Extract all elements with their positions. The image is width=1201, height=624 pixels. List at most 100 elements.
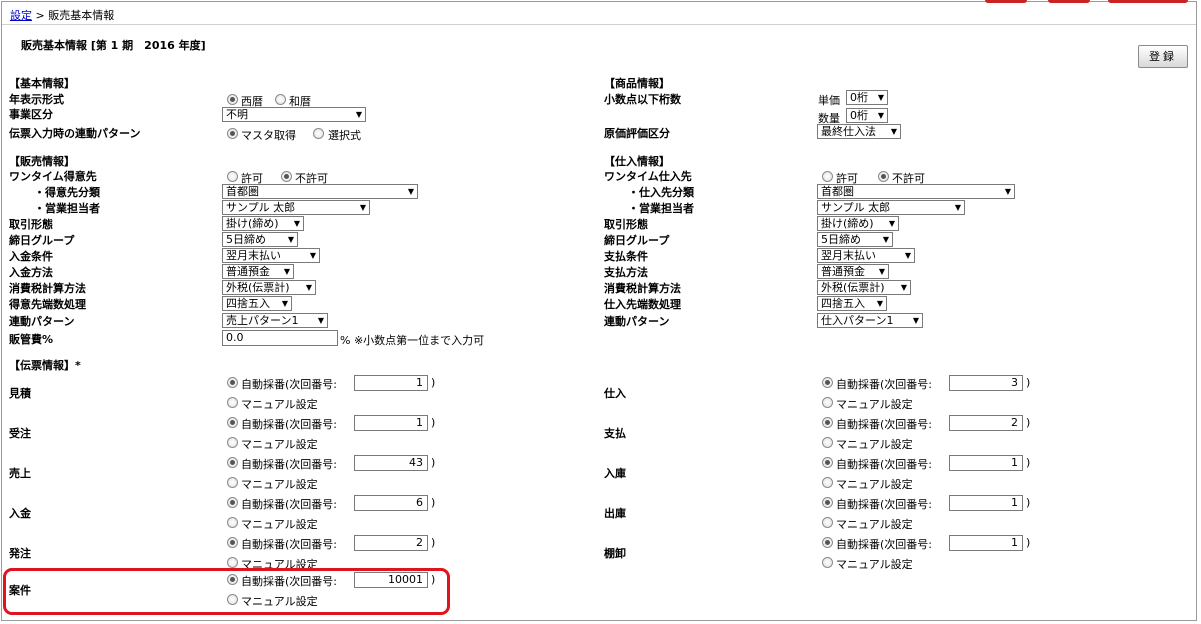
slip-manual-radio[interactable] <box>227 437 238 448</box>
purchase-method-label: 支払方法 <box>604 266 648 279</box>
slip-auto-radio[interactable] <box>822 377 833 388</box>
slip-next-number-input[interactable]: 3 <box>949 375 1023 391</box>
slip-manual-radio[interactable] <box>227 517 238 528</box>
purchase-closing-label: 締日グループ <box>604 234 670 247</box>
sales-trade-select[interactable]: 掛け(締め) ▼ <box>222 216 304 231</box>
slip-manual-radio[interactable] <box>822 517 833 528</box>
sales-cond-label: 入金条件 <box>9 250 53 263</box>
purchase-staff-select[interactable]: サンプル 太郎 ▼ <box>817 200 965 215</box>
sales-onetime-deny-radio[interactable] <box>281 171 292 182</box>
business-select[interactable]: 不明 ▼ <box>222 107 366 122</box>
slip-manual-radio[interactable] <box>227 397 238 408</box>
slip-next-number-input[interactable]: 43 <box>354 455 428 471</box>
sales-round-select[interactable]: 四捨五入 ▼ <box>222 296 292 311</box>
slip-next-number-input[interactable]: 2 <box>354 535 428 551</box>
sales-method-value: 普通預金 <box>226 265 270 278</box>
slip-manual-radio[interactable] <box>822 397 833 408</box>
sales-cond-select[interactable]: 翌月末払い ▼ <box>222 248 320 263</box>
slip-auto-radio[interactable] <box>822 537 833 548</box>
slip-auto-label: 自動採番(次回番号: <box>836 418 932 431</box>
slip-next-number-input[interactable]: 1 <box>354 375 428 391</box>
slip-auto-radio[interactable] <box>227 537 238 548</box>
slip-close-paren: ) <box>431 376 436 389</box>
purchase-round-label: 仕入先端数処理 <box>604 298 681 311</box>
chevron-down-icon: ▼ <box>900 283 907 292</box>
purchase-round-value: 四捨五入 <box>821 297 865 310</box>
link-pattern-label: 伝票入力時の連動パターン <box>9 127 141 140</box>
slip-close-paren: ) <box>1026 536 1031 549</box>
highlight-annotation <box>3 568 450 615</box>
sales-pattern-select[interactable]: 売上パターン1 ▼ <box>222 313 328 328</box>
chevron-down-icon: ▼ <box>882 235 889 244</box>
sales-tax-select[interactable]: 外税(伝票計) ▼ <box>222 280 316 295</box>
register-button[interactable]: 登録 <box>1138 45 1188 68</box>
slip-close-paren: ) <box>431 536 436 549</box>
slip-auto-radio[interactable] <box>822 457 833 468</box>
purchase-closing-value: 5日締め <box>821 233 861 246</box>
slip-name-right-2: 入庫 <box>604 467 626 480</box>
slip-manual-radio[interactable] <box>822 477 833 488</box>
chevron-down-icon: ▼ <box>355 110 362 119</box>
slip-auto-radio[interactable] <box>227 497 238 508</box>
page-title: 販売基本情報 [第 1 期 2016 年度] <box>21 39 206 52</box>
slip-auto-radio[interactable] <box>227 457 238 468</box>
unit-price-value: 0桁 <box>850 91 868 104</box>
slip-next-number-input[interactable]: 1 <box>949 495 1023 511</box>
slip-manual-radio[interactable] <box>227 557 238 568</box>
slip-close-paren: ) <box>431 456 436 469</box>
breadcrumb: 設定 > 販売基本情報 <box>10 7 114 23</box>
slip-next-number-input[interactable]: 2 <box>949 415 1023 431</box>
purchase-tax-select[interactable]: 外税(伝票計) ▼ <box>817 280 911 295</box>
decimal-label: 小数点以下桁数 <box>604 93 681 106</box>
sales-class-select[interactable]: 首都圏 ▼ <box>222 184 418 199</box>
chevron-down-icon: ▼ <box>407 187 414 196</box>
slip-auto-radio[interactable] <box>227 377 238 388</box>
purchase-method-select[interactable]: 普通預金 ▼ <box>817 264 889 279</box>
unit-price-select[interactable]: 0桁 ▼ <box>846 90 888 105</box>
slip-manual-radio[interactable] <box>822 437 833 448</box>
slip-next-number-input[interactable]: 1 <box>949 455 1023 471</box>
sales-pattern-label: 連動パターン <box>9 315 75 328</box>
slip-auto-radio[interactable] <box>822 417 833 428</box>
slip-name-right-1: 支払 <box>604 427 626 440</box>
purchase-closing-select[interactable]: 5日締め ▼ <box>817 232 893 247</box>
chevron-down-icon: ▼ <box>287 235 294 244</box>
slip-auto-label: 自動採番(次回番号: <box>836 458 932 471</box>
sales-margin-input[interactable]: 0.0 <box>222 330 338 346</box>
slip-auto-label: 自動採番(次回番号: <box>241 498 337 511</box>
breadcrumb-settings-link[interactable]: 設定 <box>10 9 32 22</box>
slip-manual-label: マニュアル設定 <box>241 518 318 531</box>
slip-manual-radio[interactable] <box>822 557 833 568</box>
slip-manual-radio[interactable] <box>227 477 238 488</box>
slip-close-paren: ) <box>431 416 436 429</box>
sales-closing-select[interactable]: 5日締め ▼ <box>222 232 298 247</box>
purchase-class-select[interactable]: 首都圏 ▼ <box>817 184 1015 199</box>
purchase-method-value: 普通預金 <box>821 265 865 278</box>
year-wareki-radio[interactable] <box>275 94 286 105</box>
slip-auto-radio[interactable] <box>822 497 833 508</box>
slip-next-number-input[interactable]: 1 <box>354 415 428 431</box>
purchase-trade-select[interactable]: 掛け(締め) ▼ <box>817 216 899 231</box>
sales-staff-select[interactable]: サンプル 太郎 ▼ <box>222 200 370 215</box>
unit-price-label: 単価 <box>818 94 840 107</box>
cost-select[interactable]: 最終仕入法 ▼ <box>817 124 901 139</box>
purchase-onetime-allow-radio[interactable] <box>822 171 833 182</box>
quantity-select[interactable]: 0桁 ▼ <box>846 108 888 123</box>
link-select-radio[interactable] <box>313 128 324 139</box>
slip-manual-label: マニュアル設定 <box>836 478 913 491</box>
slip-next-number-input[interactable]: 1 <box>949 535 1023 551</box>
purchase-onetime-deny-radio[interactable] <box>878 171 889 182</box>
purchase-pattern-select[interactable]: 仕入パターン1 ▼ <box>817 313 923 328</box>
year-seireki-radio[interactable] <box>227 94 238 105</box>
purchase-cond-select[interactable]: 翌月末払い ▼ <box>817 248 915 263</box>
sales-onetime-allow-radio[interactable] <box>227 171 238 182</box>
link-master-radio[interactable] <box>227 128 238 139</box>
purchase-heading: 【仕入情報】 <box>604 155 670 168</box>
slip-auto-radio[interactable] <box>227 417 238 428</box>
purchase-round-select[interactable]: 四捨五入 ▼ <box>817 296 887 311</box>
slip-name-left-4: 発注 <box>9 547 31 560</box>
sales-method-select[interactable]: 普通預金 ▼ <box>222 264 294 279</box>
sales-tax-value: 外税(伝票計) <box>226 281 290 294</box>
slip-next-number-input[interactable]: 6 <box>354 495 428 511</box>
chevron-down-icon: ▼ <box>912 316 919 325</box>
